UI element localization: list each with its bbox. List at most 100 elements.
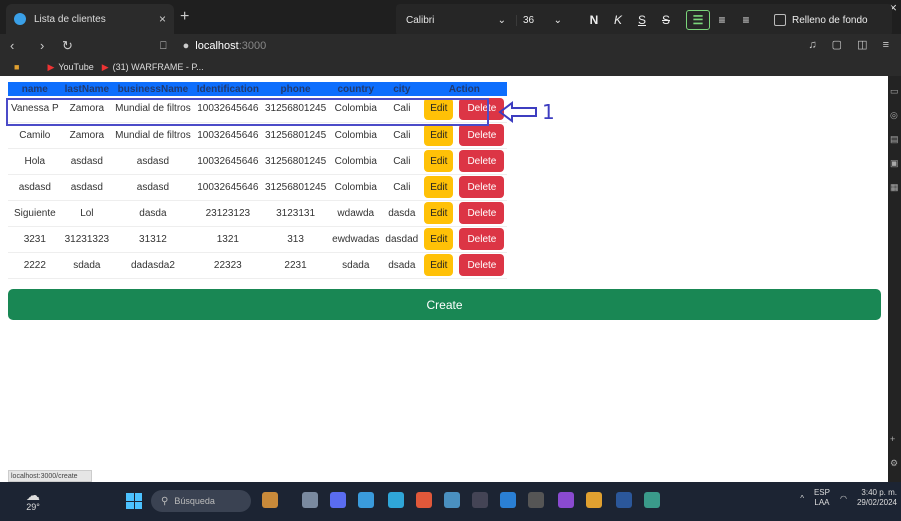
cell-phone: 31256801245 <box>261 148 330 175</box>
annotation-marker: 1 <box>498 100 555 124</box>
clock[interactable]: 3:40 p. m. 29/02/2024 <box>857 488 897 508</box>
cell-lastname: asdasd <box>61 148 113 175</box>
cell-delete: Delete <box>456 200 508 227</box>
header-name: name <box>21 83 48 95</box>
strikethrough-button[interactable]: S <box>654 13 678 27</box>
underline-button[interactable]: S <box>630 13 654 27</box>
extension-icon[interactable]: ■ <box>14 62 19 72</box>
app-icon[interactable] <box>586 492 602 508</box>
weather-widget[interactable]: ☁ 29° <box>18 488 48 512</box>
tab-title: Lista de clientes <box>34 13 106 25</box>
cell-phone: 3123131 <box>261 200 330 227</box>
taskbar-search[interactable]: ⚲ Búsqueda <box>151 490 251 512</box>
delete-button[interactable]: Delete <box>459 124 505 146</box>
app-icon[interactable] <box>444 492 460 508</box>
cell-delete: Delete <box>456 252 508 279</box>
app-icon[interactable] <box>330 492 346 508</box>
sidebar-icon[interactable]: ▦ <box>890 182 899 193</box>
browser-tab[interactable]: Lista de clientes × <box>6 4 174 34</box>
cell-edit: Edit <box>421 174 457 201</box>
edit-button[interactable]: Edit <box>424 176 454 198</box>
terminal-icon[interactable] <box>472 492 488 508</box>
align-right-icon[interactable]: ≡ <box>734 13 758 27</box>
app-icon[interactable] <box>262 492 278 508</box>
app-icon[interactable] <box>358 492 374 508</box>
edit-button[interactable]: Edit <box>424 228 454 250</box>
edit-button[interactable]: Edit <box>424 254 454 276</box>
font-size-select[interactable]: 36 ⌄ <box>516 14 568 26</box>
italic-button[interactable]: K <box>606 13 630 27</box>
fill-checkbox[interactable] <box>774 14 786 26</box>
browser-extension-icons[interactable]: ♫ ▢ ◫ ≡ <box>808 38 895 51</box>
app-icon[interactable] <box>558 492 574 508</box>
forward-icon[interactable]: › <box>40 38 44 53</box>
cell-lastname: asdasd <box>61 174 113 201</box>
sidebar-icon[interactable]: ▤ <box>890 134 899 145</box>
align-left-icon[interactable]: ☰ <box>686 10 710 30</box>
cell-country: Colombia <box>329 174 383 201</box>
create-button[interactable]: Create <box>8 289 881 320</box>
reload-icon[interactable]: ↻ <box>62 38 73 54</box>
browser-sidebar: ▭ ◎ ▤ ▣ ▦ + ⚙ <box>888 76 901 482</box>
sidebar-icon[interactable]: ◎ <box>890 110 898 121</box>
bookmark-icon[interactable]: ⎕ <box>160 40 167 53</box>
delete-button[interactable]: Delete <box>459 254 505 276</box>
youtube-icon: ▶ <box>101 61 109 72</box>
header-country: country <box>337 83 375 95</box>
cell-businessname: asdasd <box>112 148 194 175</box>
header-city: city <box>393 83 411 95</box>
cloud-icon: ☁ <box>26 487 40 503</box>
font-size-value: 36 <box>523 14 535 26</box>
keyboard-layout: LAA <box>814 498 830 507</box>
app-icon[interactable] <box>644 492 660 508</box>
bookmark-youtube[interactable]: YouTube <box>58 62 93 72</box>
delete-button[interactable]: Delete <box>459 228 505 250</box>
cell-city: dasda <box>382 200 422 227</box>
cell-phone: 313 <box>261 226 330 253</box>
table-row: asdasd asdasd asdasd 10032645646 31256801245… <box>8 174 508 201</box>
settings-icon[interactable]: ⚙ <box>890 458 898 469</box>
bold-button[interactable]: N <box>582 13 606 27</box>
edge-icon[interactable] <box>388 492 404 508</box>
header-businessname: businessName <box>117 83 189 95</box>
table-row: 2222 sdada dadasda2 22323 2231 sdada dsada Edit… <box>8 252 508 279</box>
bookmark-warframe[interactable]: (31) WARFRAME - P... <box>113 62 204 72</box>
cell-identification: 10032645646 <box>193 148 262 175</box>
cell-identification: 10032645646 <box>193 174 262 201</box>
delete-button[interactable]: Delete <box>459 202 505 224</box>
clock-date: 29/02/2024 <box>856 498 897 507</box>
sidebar-icon[interactable]: ▣ <box>890 158 899 169</box>
delete-button[interactable]: Delete <box>459 176 505 198</box>
app-icon[interactable] <box>528 492 544 508</box>
tab-close-icon[interactable]: × <box>159 12 166 26</box>
edit-button[interactable]: Edit <box>424 150 454 172</box>
wifi-icon[interactable]: ◠ <box>840 494 847 503</box>
brave-icon[interactable] <box>416 492 432 508</box>
left-arrow-icon <box>498 101 537 123</box>
sidebar-icon[interactable]: ▭ <box>890 86 899 97</box>
delete-button[interactable]: Delete <box>459 150 505 172</box>
back-icon[interactable]: ‹ <box>10 38 14 53</box>
add-icon[interactable]: + <box>890 434 895 444</box>
cell-lastname: 31231323 <box>61 226 113 253</box>
align-center-icon[interactable]: ≡ <box>710 13 734 27</box>
app-icon[interactable] <box>302 492 318 508</box>
word-icon[interactable] <box>616 492 632 508</box>
url-port: :3000 <box>238 40 267 52</box>
edit-button[interactable]: Edit <box>424 124 454 146</box>
language-indicator[interactable]: ESP LAA <box>814 488 830 508</box>
font-family-select[interactable]: Calibri ⌄ <box>396 15 516 26</box>
cell-city: Cali <box>382 174 422 201</box>
vscode-icon[interactable] <box>500 492 516 508</box>
new-tab-button[interactable]: + <box>180 8 189 26</box>
edit-button[interactable]: Edit <box>424 202 454 224</box>
system-tray: ^ ESP LAA ◠ 3:40 p. m. 29/02/2024 <box>800 488 897 508</box>
cell-name: 3231 <box>8 226 62 253</box>
address-bar[interactable]: ⎕ ● localhost :3000 <box>160 37 400 55</box>
chevron-up-icon[interactable]: ^ <box>800 494 804 503</box>
search-placeholder: Búsqueda <box>174 496 215 506</box>
site-info-icon[interactable]: ● <box>183 40 190 52</box>
windows-start-icon[interactable] <box>126 493 142 509</box>
fill-label: Relleno de fondo <box>792 14 868 26</box>
search-icon: ⚲ <box>161 495 169 507</box>
